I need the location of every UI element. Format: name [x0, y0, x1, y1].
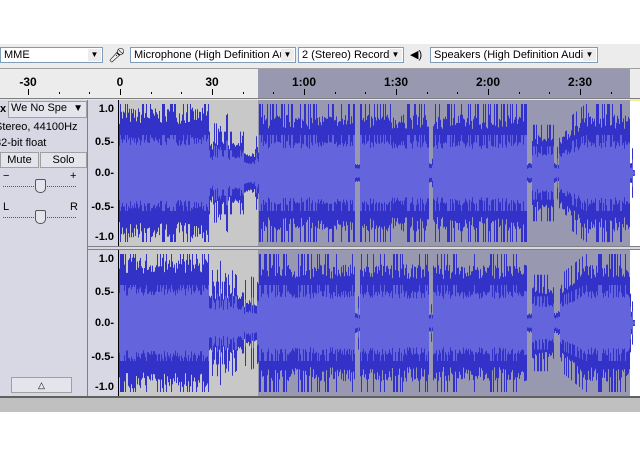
- solo-button[interactable]: Solo: [40, 152, 87, 168]
- chevron-down-icon: ▼: [389, 49, 402, 61]
- chevron-down-icon: ▼: [281, 49, 294, 61]
- vertical-ruler-left: 1.0 0.5- 0.0- -0.5- -1.0: [88, 100, 119, 246]
- track-bit-depth: 32-bit float: [0, 137, 47, 149]
- ruler-tick: [89, 92, 90, 94]
- gain-slider-thumb[interactable]: [34, 179, 46, 193]
- ruler-tick: [488, 89, 489, 95]
- ruler-tick: [580, 89, 581, 95]
- gain-plus-label: +: [70, 170, 77, 182]
- ruler-label: 30: [205, 75, 219, 89]
- pan-left-label: L: [3, 201, 10, 213]
- speaker-icon: ◀): [410, 49, 423, 61]
- output-device-value: Speakers (High Definition Audi: [434, 49, 584, 61]
- audio-host-select[interactable]: MME ▼: [0, 47, 103, 63]
- ruler-label: 1:00: [291, 75, 317, 89]
- amplitude-label: -0.5-: [91, 201, 114, 213]
- output-device-select[interactable]: Speakers (High Definition Audi ▼: [430, 47, 598, 63]
- amplitude-label: -1.0: [95, 381, 114, 393]
- amplitude-label: 1.0: [98, 103, 114, 115]
- pan-right-label: R: [70, 201, 78, 213]
- waveform-right-channel[interactable]: [119, 250, 640, 396]
- ruler-tick: [120, 89, 121, 95]
- amplitude-label: 0.0-: [95, 167, 114, 179]
- up-triangle-icon: △: [38, 380, 45, 390]
- track-name-menu[interactable]: We No Spe ▼: [8, 101, 87, 118]
- ruler-tick: [396, 89, 397, 95]
- ruler-tick: [549, 92, 550, 94]
- chevron-down-icon: ▼: [88, 49, 101, 61]
- ruler-tick: [59, 92, 60, 94]
- ruler-tick: [611, 92, 612, 94]
- ruler-tick: [304, 89, 305, 95]
- ruler-label: -30: [19, 75, 37, 89]
- channels-value: 2 (Stereo) Record: [302, 49, 390, 61]
- track-name: We No Spe: [11, 102, 68, 114]
- track-format: Stereo, 44100Hz: [0, 121, 78, 133]
- ruler-label: 1:30: [383, 75, 409, 89]
- close-track-icon[interactable]: x: [0, 103, 6, 115]
- chevron-down-icon: ▼: [73, 103, 83, 114]
- amplitude-label: -0.5-: [91, 351, 114, 363]
- waveform-left-channel[interactable]: [119, 100, 640, 246]
- chevron-down-icon: ▼: [583, 49, 596, 61]
- channels-select[interactable]: 2 (Stereo) Record ▼: [298, 47, 404, 63]
- ruler-tick: [212, 89, 213, 95]
- vertical-ruler-right: 1.0 0.5- 0.0- -0.5- -1.0: [88, 250, 119, 396]
- ruler-tick: [151, 92, 152, 94]
- collapse-track-button[interactable]: △: [11, 377, 72, 393]
- pan-slider-thumb[interactable]: [34, 210, 46, 224]
- ruler-tick: [335, 92, 336, 94]
- track-control-panel: x We No Spe ▼ Stereo, 44100Hz 32-bit flo…: [0, 100, 88, 396]
- ruler-label: 2:30: [567, 75, 593, 89]
- ruler-tick: [427, 92, 428, 94]
- ruler-label: 2:00: [475, 75, 501, 89]
- amplitude-label: 0.5-: [95, 136, 114, 148]
- ruler-tick: [365, 92, 366, 94]
- gain-minus-label: −: [3, 170, 10, 182]
- amplitude-label: 0.0-: [95, 317, 114, 329]
- ruler-tick: [519, 92, 520, 94]
- ruler-label: 0: [116, 75, 124, 89]
- ruler-tick: [243, 92, 244, 94]
- input-device-select[interactable]: Microphone (High Definition Au ▼: [130, 47, 296, 63]
- device-toolbar: MME ▼ 🎤︎ Microphone (High Definition Au ▼ …: [0, 44, 640, 69]
- ruler-tick: [457, 92, 458, 94]
- microphone-icon: 🎤︎: [108, 47, 126, 63]
- amplitude-label: 1.0: [98, 253, 114, 265]
- ruler-tick: [181, 92, 182, 94]
- ruler-tick: [28, 89, 29, 95]
- input-device-value: Microphone (High Definition Au: [134, 49, 286, 61]
- amplitude-label: 0.5-: [95, 286, 114, 298]
- ruler-tick: [273, 92, 274, 94]
- amplitude-label: -1.0: [95, 231, 114, 243]
- audio-host-value: MME: [4, 49, 30, 61]
- bottom-bar: [0, 396, 640, 412]
- mute-button[interactable]: Mute: [0, 152, 39, 168]
